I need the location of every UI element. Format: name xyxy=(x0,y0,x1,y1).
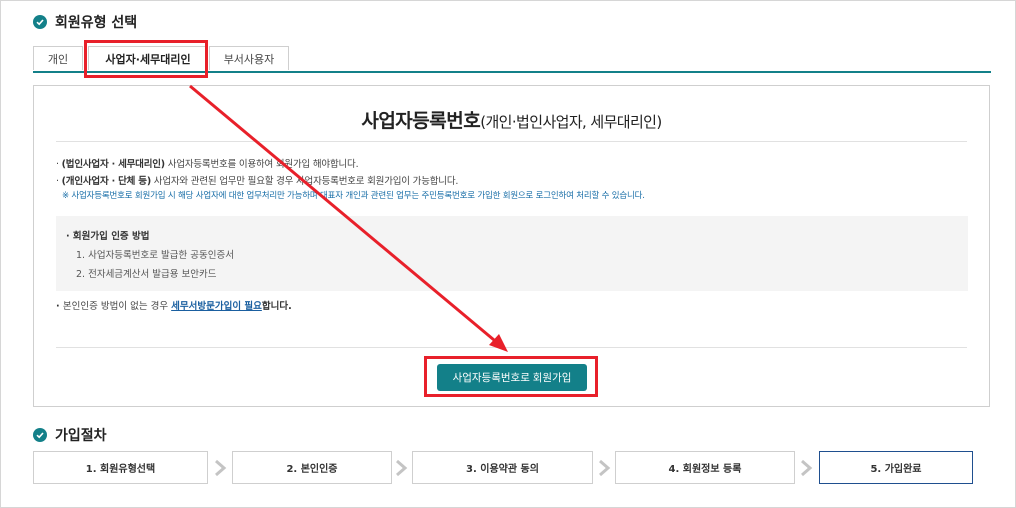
step-join-complete: 5. 가입완료 xyxy=(819,451,973,484)
step-member-info: 4. 회원정보 등록 xyxy=(615,451,795,484)
auth-methods-title: · 회원가입 인증 방법 xyxy=(66,231,150,242)
notice-text: ※ 사업자등록번호로 회원가입 시 해당 사업자에 대한 업무처리만 가능하며 … xyxy=(62,191,645,201)
panel-title-sub: (개인·법인사업자, 세무대리인) xyxy=(480,113,662,131)
bullet-corporate-text: 사업자등록번호를 이용하여 회원가입 해야합니다. xyxy=(164,159,359,170)
auth-methods-box: · 회원가입 인증 방법 1. 사업자등록번호로 발급한 공동인증서 2. 전자… xyxy=(56,216,968,291)
bullet-individual-label: (개인사업자 · 단체 등) xyxy=(61,176,152,187)
bullet-corporate-label: (법인사업자 · 세무대리인) xyxy=(61,159,166,170)
chevron-right-icon xyxy=(396,459,408,477)
button-divider xyxy=(56,347,967,348)
no-auth-note: · 본인인증 방법이 없는 경우 세무서방문가입이 필요합니다. xyxy=(56,301,292,312)
check-circle-icon xyxy=(33,428,47,442)
check-circle-icon xyxy=(33,15,47,29)
chevron-right-icon xyxy=(215,459,227,477)
business-number-panel: 사업자등록번호(개인·법인사업자, 세무대리인) · (법인사업자 · 세무대리… xyxy=(33,85,990,407)
procedure-title: 가입절차 xyxy=(55,428,107,444)
member-type-title: 회원유형 선택 xyxy=(55,15,138,31)
procedure-section-title: 가입절차 xyxy=(33,425,107,445)
step-identity-verification: 2. 본인인증 xyxy=(232,451,392,484)
no-auth-suffix: 합니다. xyxy=(261,301,292,312)
panel-title: 사업자등록번호(개인·법인사업자, 세무대리인) xyxy=(34,106,989,133)
auth-method-item: 2. 전자세금계산서 발급용 보안카드 xyxy=(76,269,217,280)
bullet-corporate: · (법인사업자 · 세무대리인) 사업자등록번호를 이용하여 회원가입 해야합… xyxy=(56,159,359,170)
step-member-type: 1. 회원유형선택 xyxy=(33,451,208,484)
bullet-individual-business: · (개인사업자 · 단체 등) 사업자와 관련된 업무만 필요할 경우 사업자… xyxy=(56,176,459,187)
auth-method-item: 1. 사업자등록번호로 발급한 공동인증서 xyxy=(76,250,234,261)
member-type-section-title: 회원유형 선택 xyxy=(33,12,137,32)
chevron-right-icon xyxy=(599,459,611,477)
panel-title-main: 사업자등록번호 xyxy=(361,110,481,132)
step-terms-agreement: 3. 이용약관 동의 xyxy=(412,451,593,484)
business-number-join-button[interactable]: 사업자등록번호로 회원가입 xyxy=(437,364,587,391)
member-type-tabs: 개인 사업자·세무대리인 부서사용자 xyxy=(33,46,991,73)
tab-department-user[interactable]: 부서사용자 xyxy=(209,46,289,70)
chevron-right-icon xyxy=(801,459,813,477)
office-visit-link[interactable]: 세무서방문가입이 필요 xyxy=(171,301,262,312)
panel-divider xyxy=(56,141,967,142)
no-auth-prefix: 본인인증 방법이 없는 경우 xyxy=(62,301,172,312)
bullet-individual-text: 사업자와 관련된 업무만 필요할 경우 사업자등록번호로 회원가입이 가능합니다… xyxy=(150,176,459,187)
tab-individual[interactable]: 개인 xyxy=(33,46,83,70)
tab-business-tax-agent[interactable]: 사업자·세무대리인 xyxy=(88,46,208,70)
